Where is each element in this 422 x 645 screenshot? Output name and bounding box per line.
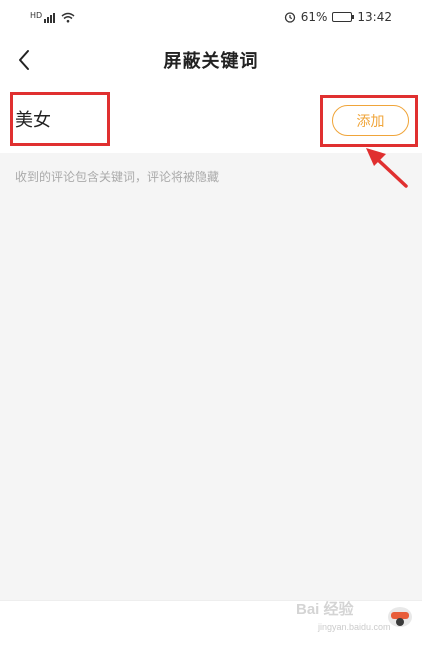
wifi-icon — [61, 12, 75, 22]
add-button[interactable]: 添加 — [332, 105, 409, 136]
keyword-field-highlight — [10, 92, 110, 146]
watermark-brand: Bai 经验 — [296, 601, 354, 618]
back-arrow-icon — [19, 50, 29, 70]
battery-icon — [332, 12, 355, 22]
back-button[interactable] — [8, 44, 40, 76]
watermark-url: jingyan.baidu.com — [318, 622, 391, 632]
page-title: 屏蔽关键词 — [163, 51, 259, 72]
keyword-input[interactable] — [15, 108, 105, 130]
keyword-input-row: 添加 — [0, 86, 422, 153]
clock: 13:42 — [357, 10, 392, 24]
mascot-icon — [388, 607, 412, 627]
battery-percent: 61% — [300, 10, 328, 24]
nav-bar: 屏蔽关键词 — [0, 34, 422, 86]
status-left: HD — [30, 10, 75, 23]
alarm-icon — [284, 12, 295, 23]
signal-icon: HD — [30, 10, 56, 23]
hint-text: 收到的评论包含关键词，评论将被隐藏 — [15, 170, 220, 184]
status-right: 61% 13:42 — [284, 10, 392, 24]
hd-label: HD — [30, 10, 43, 20]
pointer-arrow-icon — [366, 148, 408, 188]
status-bar: HD 61% 13:42 — [0, 0, 422, 34]
